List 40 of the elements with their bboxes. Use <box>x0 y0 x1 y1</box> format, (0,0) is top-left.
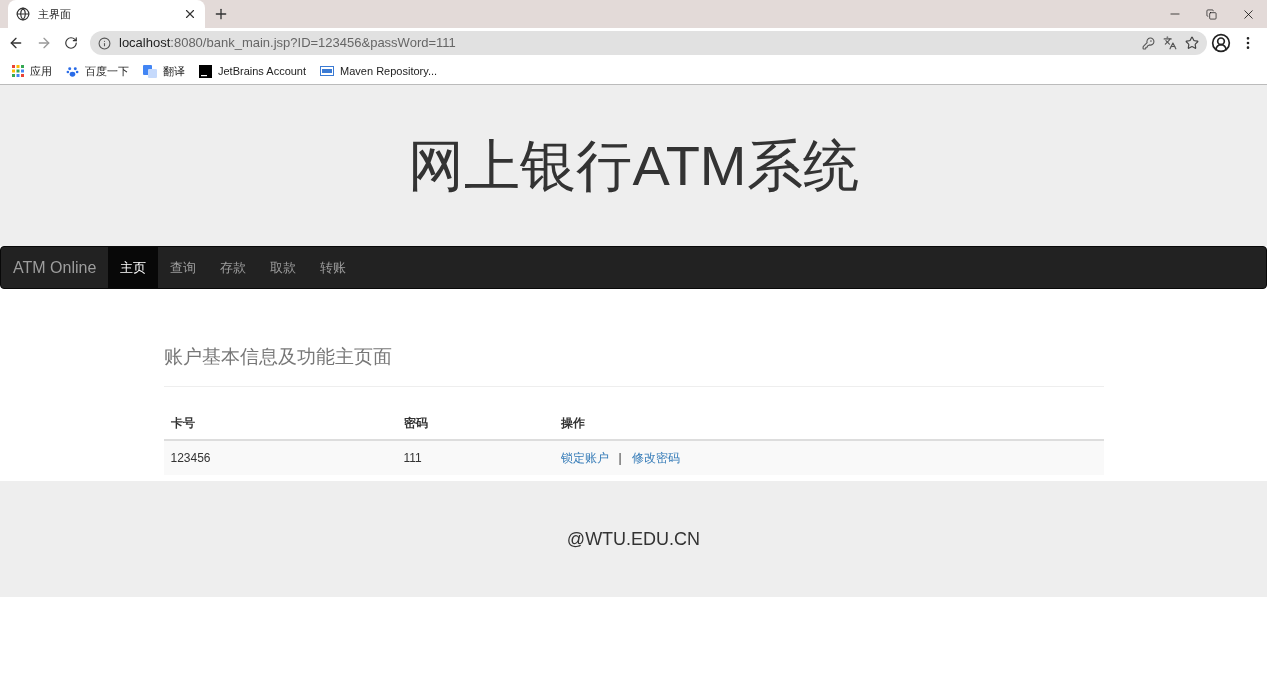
bookmark-link[interactable]: 翻译 <box>143 62 185 80</box>
separator-text: | <box>618 450 622 467</box>
table-cell: 123456 <box>163 440 397 475</box>
action-link[interactable]: 锁定账户 <box>560 449 609 467</box>
forward-button[interactable] <box>36 35 52 51</box>
apps-grid-icon <box>12 65 24 77</box>
paw-icon <box>66 64 79 78</box>
bookmark-link[interactable]: 应用 <box>12 62 52 80</box>
translate-page-icon[interactable] <box>1163 36 1177 50</box>
address-bar[interactable]: localhost:8080/bank_main.jsp?ID=123456&passWord=111 <box>90 31 1207 55</box>
close-tab-button[interactable] <box>183 7 197 21</box>
nav-link[interactable]: 主页 <box>108 247 159 288</box>
bookmark-link[interactable]: Maven Repository... <box>320 62 438 80</box>
bookmark-link[interactable]: 百度一下 <box>66 62 129 80</box>
url-text: localhost:8080/bank_main.jsp?ID=123456&passWord=111 <box>119 34 457 53</box>
section-heading: 账户基本信息及功能主页面 <box>163 345 393 369</box>
restore-icon[interactable] <box>1206 8 1217 20</box>
table-cell: 111 <box>396 440 554 475</box>
back-button[interactable] <box>8 35 24 51</box>
info-icon <box>98 36 111 50</box>
footer-text: @WTU.EDU.CN <box>566 527 701 551</box>
browser-tab[interactable]: 主界面 <box>8 0 205 28</box>
nav-link[interactable]: 取款 <box>258 247 309 288</box>
profile-icon[interactable] <box>1211 33 1231 53</box>
column-header: 密码 <box>396 407 554 440</box>
nav-link[interactable]: 查询 <box>158 247 209 288</box>
column-header: 操作 <box>553 407 1104 440</box>
column-header: 卡号 <box>163 407 397 440</box>
bookmark-link[interactable]: JetBrains Account <box>199 62 307 80</box>
brand-link[interactable]: ATM Online <box>1 247 109 288</box>
bookmark-star-icon[interactable] <box>1185 36 1199 50</box>
reload-button[interactable] <box>64 36 78 50</box>
action-link[interactable]: 修改密码 <box>631 449 680 467</box>
nav-link[interactable]: 存款 <box>208 247 259 288</box>
page-title: 网上银行ATM系统 <box>408 137 859 194</box>
nav-link[interactable]: 转账 <box>308 247 359 288</box>
globe-icon <box>16 7 30 21</box>
tab-title: 主界面 <box>38 6 72 22</box>
key-icon[interactable] <box>1142 36 1155 50</box>
new-tab-plus-icon[interactable] <box>213 6 229 22</box>
